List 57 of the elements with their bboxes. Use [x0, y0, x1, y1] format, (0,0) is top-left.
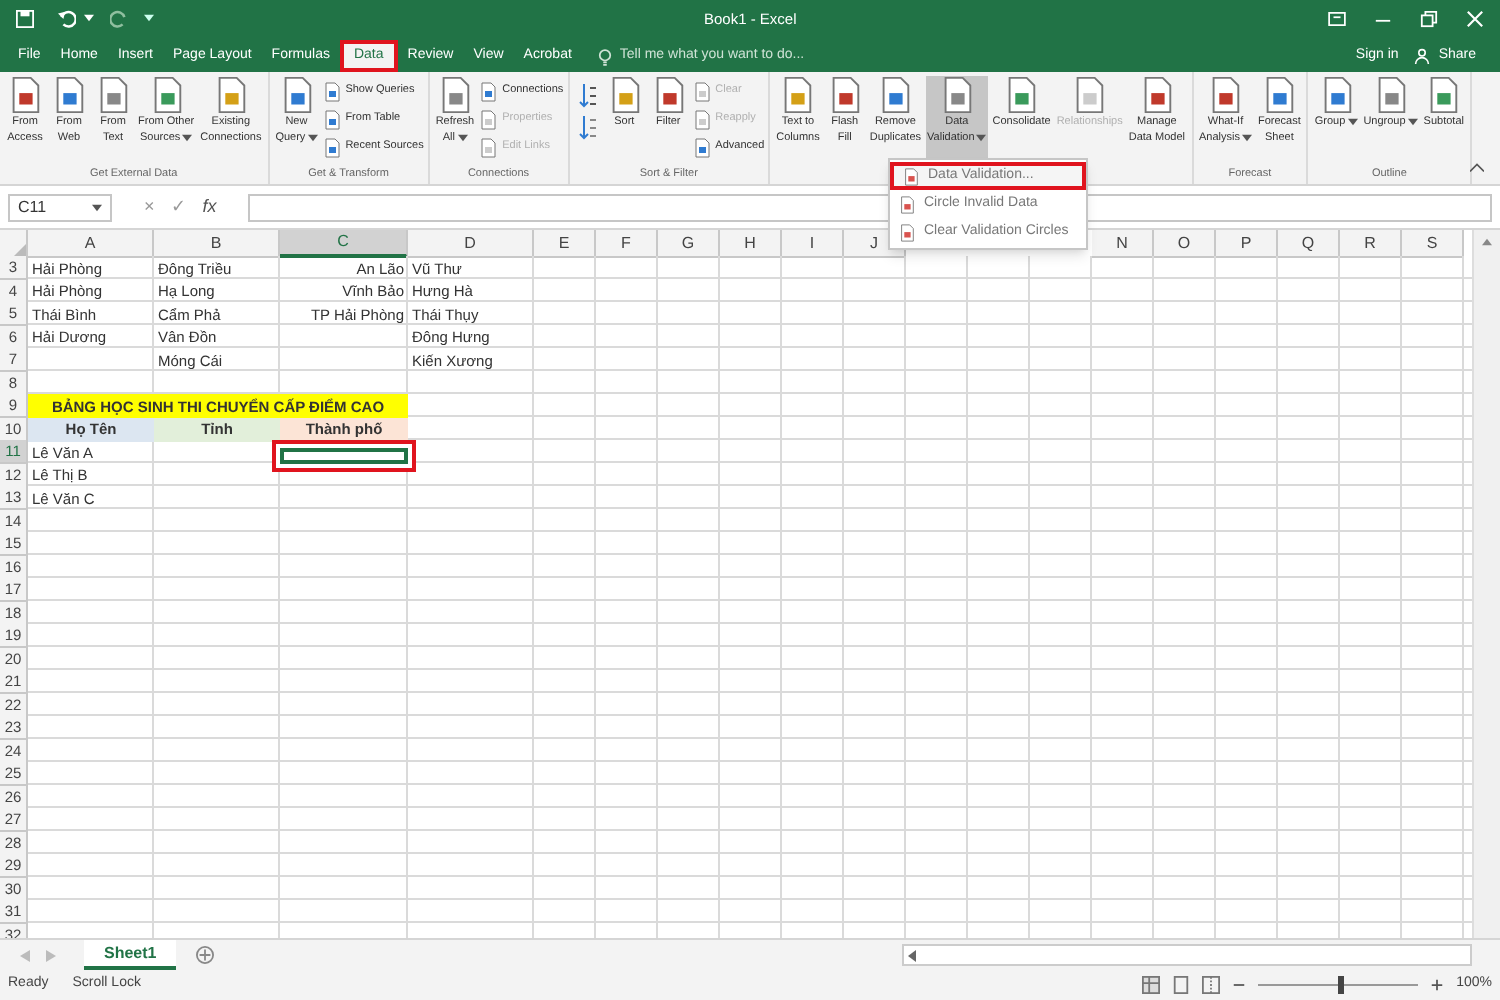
undo-icon[interactable] [58, 9, 76, 27]
selected-cell[interactable] [272, 440, 416, 473]
document-icon [691, 81, 712, 101]
document-icon [321, 137, 342, 157]
zoom-out-icon[interactable] [1232, 978, 1247, 992]
vertical-scrollbar[interactable] [1472, 230, 1500, 938]
document-icon [478, 137, 499, 157]
collapse-ribbon-icon[interactable] [1470, 162, 1484, 172]
normal-view-icon[interactable] [1142, 976, 1161, 994]
zoom-in-icon[interactable] [1430, 978, 1445, 992]
column-header[interactable]: E [534, 230, 596, 258]
column-header[interactable]: C [280, 230, 408, 258]
document-icon [478, 81, 499, 101]
column-header[interactable]: P [1216, 230, 1278, 258]
page-layout-icon[interactable] [1172, 976, 1191, 994]
column-header[interactable]: N [1092, 230, 1154, 258]
close-icon[interactable] [1466, 9, 1484, 27]
column-header[interactable]: G [658, 230, 720, 258]
document-icon [691, 137, 712, 157]
document-icon [478, 109, 499, 129]
column-header[interactable]: R [1340, 230, 1402, 258]
restore-icon[interactable] [1420, 9, 1438, 27]
insert-function-button[interactable]: fx [202, 193, 217, 221]
page-break-icon[interactable] [1202, 976, 1221, 994]
scroll-left-icon[interactable] [908, 949, 916, 961]
document-icon [898, 195, 916, 213]
ribbon-display-icon[interactable] [1328, 11, 1346, 25]
column-header[interactable]: Q [1278, 230, 1340, 258]
document-icon [898, 223, 916, 241]
column-header[interactable]: F [596, 230, 658, 258]
document-icon [321, 81, 342, 101]
sheet-tab[interactable]: Sheet1 [84, 940, 177, 970]
sort-ascending-icon[interactable] [577, 84, 598, 108]
column-header[interactable]: H [720, 230, 782, 258]
caret-icon [92, 203, 102, 211]
scroll-up-icon[interactable] [1482, 238, 1492, 246]
triangle-icon [14, 244, 26, 256]
document-icon [321, 109, 342, 129]
name-box[interactable]: C11 [8, 193, 112, 221]
column-header[interactable]: I [782, 230, 844, 258]
add-sheet-icon[interactable] [196, 946, 215, 964]
document-icon [902, 167, 920, 185]
column-header[interactable]: A [28, 230, 154, 258]
sort-descending-icon[interactable] [577, 116, 598, 140]
caret-icon[interactable] [84, 14, 94, 22]
person-icon [1414, 48, 1431, 64]
column-header[interactable]: D [408, 230, 534, 258]
horizontal-scrollbar[interactable] [902, 944, 1472, 966]
column-header[interactable]: S [1402, 230, 1464, 258]
caret-icon[interactable] [144, 14, 154, 22]
redo-icon[interactable] [110, 9, 128, 27]
document-icon [691, 109, 712, 129]
save-icon[interactable] [16, 9, 34, 27]
zoom-slider-thumb[interactable] [1338, 976, 1345, 994]
lightbulb-icon [597, 47, 612, 65]
column-header[interactable]: O [1154, 230, 1216, 258]
column-header[interactable]: B [154, 230, 280, 258]
